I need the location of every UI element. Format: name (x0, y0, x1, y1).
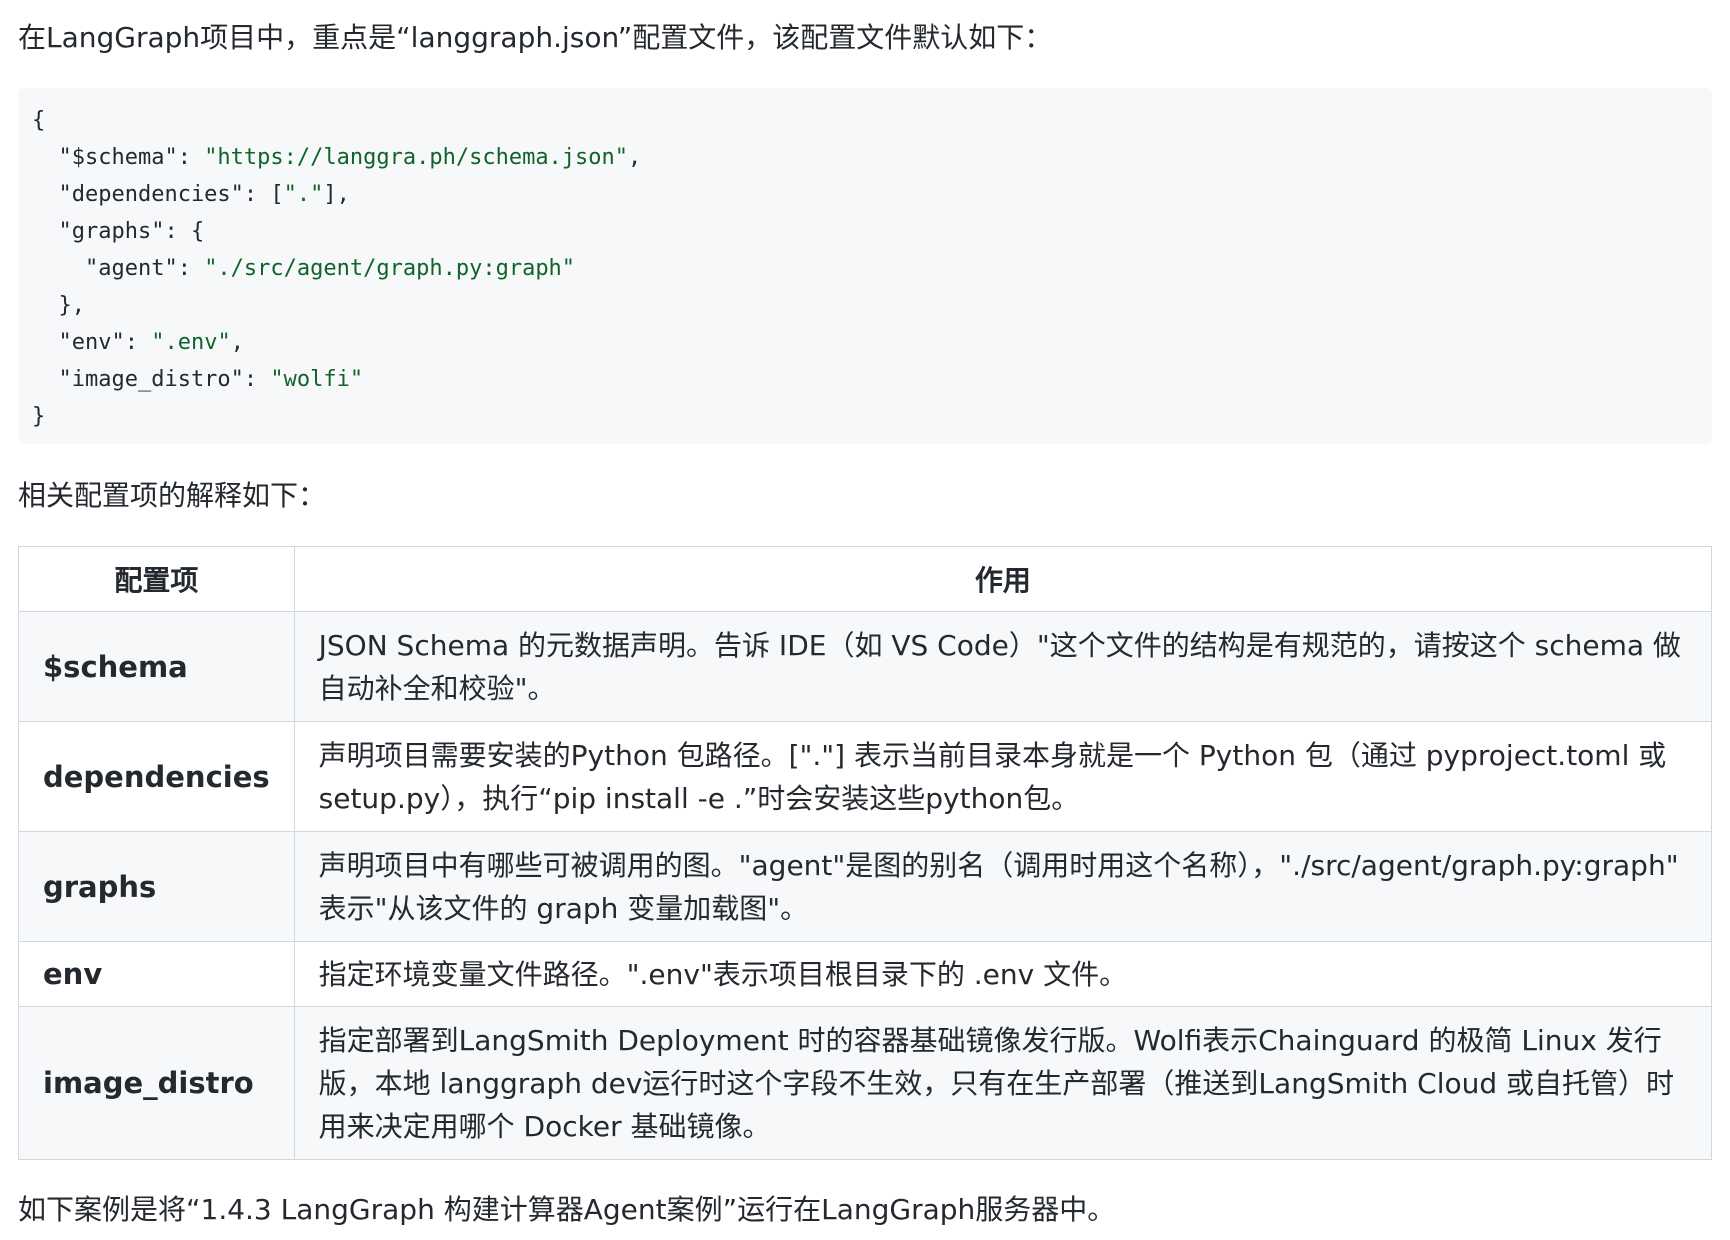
table-row: env 指定环境变量文件路径。".env"表示项目根目录下的 .env 文件。 (18, 941, 1713, 1007)
config-desc: 指定部署到LangSmith Deployment 时的容器基础镜像发行版。Wo… (293, 1006, 1713, 1160)
config-name: dependencies (18, 721, 295, 832)
code-line: "graphs": { (32, 213, 1698, 250)
config-name: graphs (18, 831, 295, 942)
code-line: { (32, 102, 1698, 139)
code-string-token: ".env" (151, 330, 231, 355)
table-row: image_distro 指定部署到LangSmith Deployment 时… (18, 1006, 1713, 1160)
code-token: ], (323, 182, 350, 207)
config-desc: 声明项目中有哪些可被调用的图。"agent"是图的别名（调用时用这个名称），".… (293, 831, 1713, 942)
code-token: "env": (32, 330, 152, 355)
header-config-item: 配置项 (18, 546, 295, 612)
code-token: } (32, 404, 46, 429)
config-name: $schema (18, 611, 295, 722)
config-desc: 指定环境变量文件路径。".env"表示项目根目录下的 .env 文件。 (293, 941, 1713, 1007)
code-line: "dependencies": ["."], (32, 176, 1698, 213)
config-table: 配置项 作用 $schema JSON Schema 的元数据声明。告诉 IDE… (18, 546, 1713, 1160)
code-token: "agent": (32, 256, 205, 281)
code-token: "dependencies": [ (32, 182, 284, 207)
config-name: env (18, 941, 295, 1007)
table-row: $schema JSON Schema 的元数据声明。告诉 IDE（如 VS C… (18, 611, 1713, 722)
code-string-token: "." (283, 182, 324, 207)
code-token: , (230, 330, 244, 355)
header-purpose: 作用 (293, 546, 1713, 612)
table-row: graphs 声明项目中有哪些可被调用的图。"agent"是图的别名（调用时用这… (18, 831, 1713, 942)
config-desc: JSON Schema 的元数据声明。告诉 IDE（如 VS Code）"这个文… (293, 611, 1713, 722)
explain-heading: 相关配置项的解释如下： (18, 479, 327, 512)
code-line: "env": ".env", (32, 324, 1698, 361)
outro-paragraph: 如下案例是将“1.4.3 LangGraph 构建计算器Agent案例”运行在L… (18, 1193, 1116, 1226)
code-token: { (32, 108, 46, 133)
code-line: }, (32, 287, 1698, 324)
code-line: } (32, 398, 1698, 435)
code-token: "$schema": (32, 145, 205, 170)
code-token: , (628, 145, 642, 170)
code-string-token: "https://langgra.ph/schema.json" (204, 145, 629, 170)
code-token: }, (32, 293, 85, 318)
intro-paragraph: 在LangGraph项目中，重点是“langgraph.json”配置文件，该配… (18, 21, 1053, 54)
config-name: image_distro (18, 1006, 295, 1160)
code-line: "agent": "./src/agent/graph.py:graph" (32, 250, 1698, 287)
code-string-token: "./src/agent/graph.py:graph" (204, 256, 576, 281)
code-string-token: "wolfi" (270, 367, 364, 392)
code-line: "$schema": "https://langgra.ph/schema.js… (32, 139, 1698, 176)
config-desc: 声明项目需要安装的Python 包路径。["."] 表示当前目录本身就是一个 P… (293, 721, 1713, 832)
code-block: { "$schema": "https://langgra.ph/schema.… (18, 88, 1712, 444)
code-line: "image_distro": "wolfi" (32, 361, 1698, 398)
table-row: dependencies 声明项目需要安装的Python 包路径。["."] 表… (18, 721, 1713, 832)
table-header-row: 配置项 作用 (18, 546, 1713, 612)
code-token: "image_distro": (32, 367, 271, 392)
code-token: "graphs": { (32, 219, 205, 244)
